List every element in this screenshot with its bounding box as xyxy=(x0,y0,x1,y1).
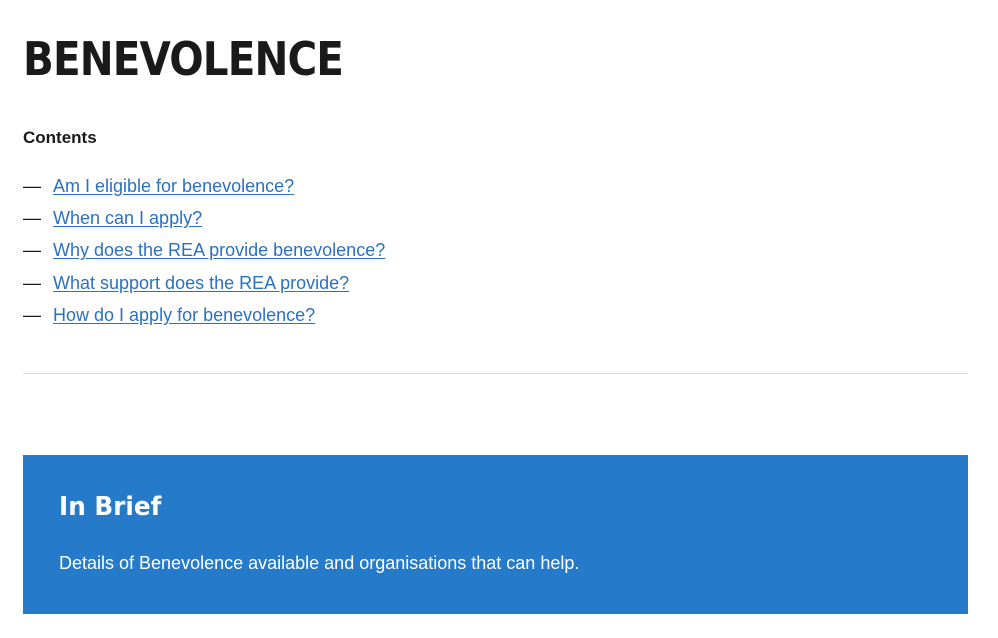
page-title: BENEVOLENCE xyxy=(23,32,344,86)
contents-item-when-apply: — When can I apply? xyxy=(23,202,385,234)
contents-item-eligible: — Am I eligible for benevolence? xyxy=(23,170,385,202)
link-why-does-rea-provide[interactable]: Why does the REA provide benevolence? xyxy=(53,240,385,261)
in-brief-panel: In Brief Details of Benevolence availabl… xyxy=(23,455,968,614)
link-when-can-i-apply[interactable]: When can I apply? xyxy=(53,208,202,229)
section-divider xyxy=(23,373,968,374)
link-how-do-i-apply[interactable]: How do I apply for benevolence? xyxy=(53,305,315,326)
in-brief-text: Details of Benevolence available and org… xyxy=(59,553,580,573)
contents-heading: Contents xyxy=(23,128,97,147)
link-am-i-eligible[interactable]: Am I eligible for benevolence? xyxy=(53,176,294,197)
link-what-support[interactable]: What support does the REA provide? xyxy=(53,273,349,294)
contents-item-what-support: — What support does the REA provide? xyxy=(23,267,385,299)
dash-marker: — xyxy=(23,207,41,228)
dash-marker: — xyxy=(23,240,41,261)
contents-list: — Am I eligible for benevolence? — When … xyxy=(23,170,385,331)
dash-marker: — xyxy=(23,175,41,196)
contents-item-why-provide: — Why does the REA provide benevolence? xyxy=(23,235,385,267)
dash-marker: — xyxy=(23,304,41,325)
dash-marker: — xyxy=(23,272,41,293)
contents-item-how-apply: — How do I apply for benevolence? xyxy=(23,299,385,331)
in-brief-title: In Brief xyxy=(59,492,162,522)
